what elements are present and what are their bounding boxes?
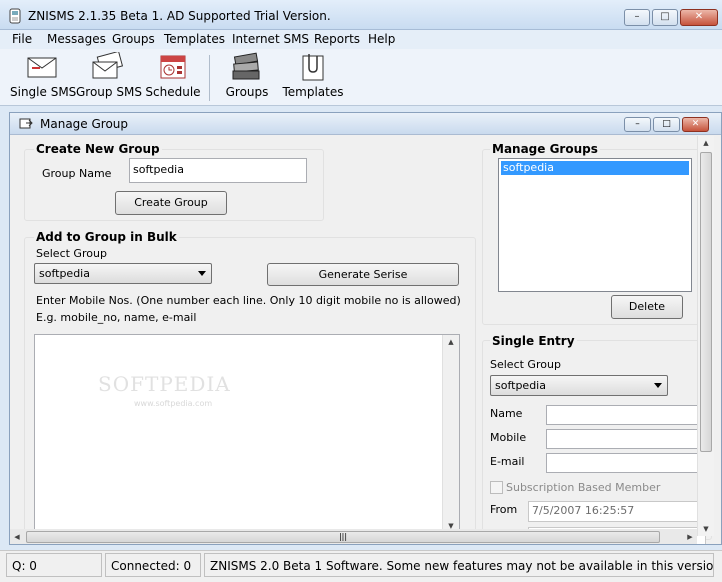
subscription-label: Subscription Based Member <box>506 481 661 494</box>
child-vertical-scrollbar[interactable]: ▲ ▼ <box>697 136 714 536</box>
scroll-right-icon[interactable]: ▶ <box>683 530 697 544</box>
group-name-label: Group Name <box>42 167 112 180</box>
scroll-left-icon[interactable]: ◀ <box>10 530 24 544</box>
bulk-heading: Add to Group in Bulk <box>34 230 179 244</box>
window-title: ZNISMS 2.1.35 Beta 1. AD Supported Trial… <box>28 9 331 23</box>
scroll-up-icon[interactable]: ▲ <box>443 335 459 349</box>
menu-help[interactable]: Help <box>368 32 395 46</box>
chevron-down-icon <box>654 383 662 388</box>
groups-list-item[interactable]: softpedia <box>501 161 689 175</box>
manage-group-title: Manage Group <box>40 117 129 131</box>
bulk-instructions: Enter Mobile Nos. (One number each line.… <box>36 294 461 307</box>
single-sms-button[interactable]: Single SMS <box>10 52 77 104</box>
single-entry-heading: Single Entry <box>490 334 577 348</box>
templates-label: Templates <box>282 85 344 99</box>
toolbar: Single SMS Group SMS Schedule Groups Tem… <box>0 49 722 106</box>
name-label: Name <box>490 407 523 420</box>
maximize-button[interactable]: □ <box>652 9 678 26</box>
schedule-button[interactable]: Schedule <box>143 52 203 104</box>
status-message: ZNISMS 2.0 Beta 1 Software. Some new fea… <box>204 553 714 577</box>
status-bar: Q: 0 Connected: 0 ZNISMS 2.0 Beta 1 Soft… <box>0 550 722 582</box>
templates-button[interactable]: Templates <box>280 52 346 104</box>
email-label: E-mail <box>490 455 525 468</box>
groups-icon <box>232 52 260 80</box>
name-input[interactable] <box>546 405 706 425</box>
app-icon <box>9 8 21 24</box>
manage-group-window: Manage Group – □ ✕ Create New Group Grou… <box>9 112 722 545</box>
create-group-button[interactable]: Create Group <box>115 191 227 215</box>
templates-icon <box>302 54 324 81</box>
group-sms-label: Group SMS <box>76 85 142 99</box>
menu-groups[interactable]: Groups <box>112 32 155 46</box>
menu-reports[interactable]: Reports <box>314 32 360 46</box>
menu-internet-sms[interactable]: Internet SMS <box>232 32 309 46</box>
delete-group-button[interactable]: Delete <box>611 295 683 319</box>
create-group-heading: Create New Group <box>34 142 162 156</box>
schedule-label: Schedule <box>145 85 201 99</box>
menu-bar: File Messages Groups Templates Internet … <box>0 30 722 49</box>
from-label: From <box>490 503 518 516</box>
groups-button[interactable]: Groups <box>222 52 272 104</box>
from-date-input[interactable]: 7/5/2007 16:25:57 <box>528 501 706 522</box>
menu-messages[interactable]: Messages <box>47 32 106 46</box>
textarea-scrollbar[interactable]: ▲ ▼ <box>442 335 459 533</box>
child-horizontal-scrollbar[interactable]: ◀ ||| ▶ <box>10 529 697 544</box>
close-button[interactable]: ✕ <box>680 9 718 26</box>
bulk-group-select-value: softpedia <box>39 267 90 280</box>
groups-label: Groups <box>225 85 269 99</box>
softpedia-watermark: SOFTPEDIA <box>98 372 231 396</box>
child-minimize-button[interactable]: – <box>624 117 651 132</box>
toolbar-separator <box>209 55 210 101</box>
group-name-input[interactable]: softpedia <box>129 158 307 183</box>
group-sms-icon <box>92 52 124 79</box>
bulk-group-select[interactable]: softpedia <box>34 263 212 284</box>
single-select-group-label: Select Group <box>490 358 561 371</box>
status-queue: Q: 0 <box>6 553 102 577</box>
child-maximize-button[interactable]: □ <box>653 117 680 132</box>
window-icon <box>19 118 33 129</box>
subscription-checkbox[interactable] <box>490 481 503 494</box>
single-sms-label: Single SMS <box>10 85 77 99</box>
status-connected: Connected: 0 <box>105 553 201 577</box>
child-close-button[interactable]: ✕ <box>682 117 709 132</box>
minimize-button[interactable]: – <box>624 9 650 26</box>
menu-file[interactable]: File <box>12 32 32 46</box>
chevron-down-icon <box>198 271 206 276</box>
vertical-scroll-thumb[interactable] <box>700 152 712 452</box>
horizontal-scroll-thumb[interactable]: ||| <box>26 531 660 543</box>
scroll-up-icon[interactable]: ▲ <box>698 136 714 150</box>
groups-listbox[interactable]: softpedia <box>498 158 692 292</box>
generate-series-button[interactable]: Generate Serise <box>267 263 459 286</box>
email-input[interactable] <box>546 453 706 473</box>
manage-groups-heading: Manage Groups <box>490 142 600 156</box>
bulk-numbers-textarea[interactable]: ▲ ▼ <box>34 334 460 534</box>
scroll-down-icon[interactable]: ▼ <box>698 522 714 536</box>
mobile-label: Mobile <box>490 431 527 444</box>
single-sms-icon <box>27 57 57 78</box>
bulk-example: E.g. mobile_no, name, e-mail <box>36 311 197 324</box>
mobile-input[interactable] <box>546 429 706 449</box>
group-sms-button[interactable]: Group SMS <box>76 52 142 104</box>
single-group-select-value: softpedia <box>495 379 546 392</box>
bulk-select-group-label: Select Group <box>36 247 107 260</box>
manage-group-titlebar: Manage Group – □ ✕ <box>10 113 721 135</box>
window-titlebar: ZNISMS 2.1.35 Beta 1. AD Supported Trial… <box>0 0 722 30</box>
softpedia-watermark-url: www.softpedia.com <box>134 399 213 408</box>
schedule-icon <box>160 55 186 79</box>
single-group-select[interactable]: softpedia <box>490 375 668 396</box>
menu-templates[interactable]: Templates <box>164 32 225 46</box>
